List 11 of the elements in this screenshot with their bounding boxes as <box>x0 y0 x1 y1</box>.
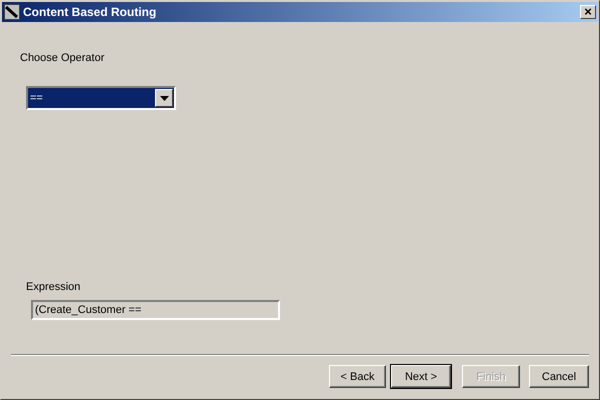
operator-dropdown[interactable]: == <box>26 86 176 110</box>
window-title: Content Based Routing <box>23 5 158 19</box>
expression-label: Expression <box>26 281 82 293</box>
operator-label: Choose Operator <box>20 52 106 64</box>
close-button[interactable]: × <box>580 5 596 19</box>
cancel-button[interactable]: Cancel <box>529 365 589 388</box>
app-icon <box>4 4 20 20</box>
dropdown-arrow-icon <box>160 96 168 100</box>
expression-field[interactable]: (Create_Customer == <box>31 300 280 320</box>
back-button[interactable]: < Back <box>329 365 386 388</box>
next-button[interactable]: Next > <box>391 365 451 388</box>
